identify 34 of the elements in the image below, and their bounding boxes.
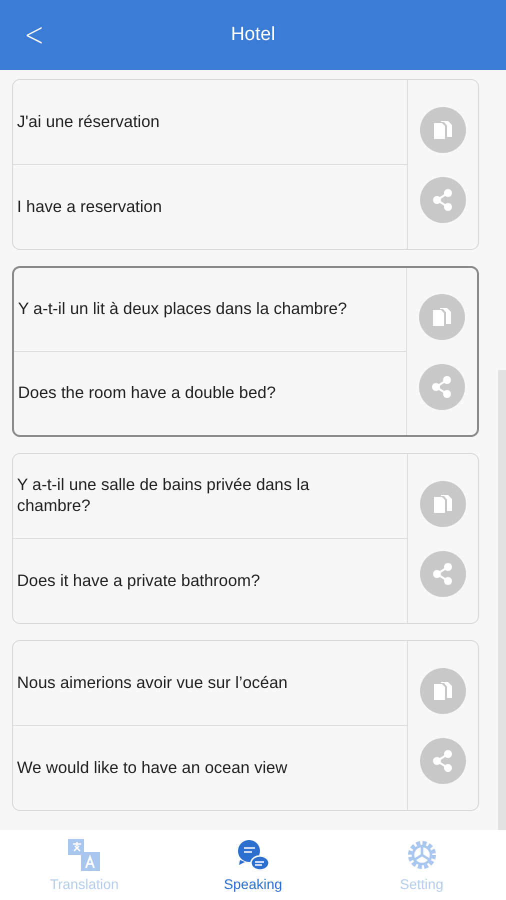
french-phrase: Nous aimerions avoir vue sur l’océan xyxy=(16,672,289,694)
share-button[interactable] xyxy=(419,364,465,410)
chat-bubbles-icon xyxy=(236,838,270,872)
english-phrase: Does it have a private bathroom? xyxy=(13,538,407,623)
share-button[interactable] xyxy=(420,176,466,222)
share-button[interactable] xyxy=(420,738,466,784)
copy-icon xyxy=(432,680,454,702)
share-icon xyxy=(432,562,454,584)
share-icon xyxy=(432,188,454,210)
french-phrase: J'ai une réservation xyxy=(16,112,161,132)
page-title: Hotel xyxy=(230,24,276,46)
back-button[interactable]: < xyxy=(20,18,48,52)
copy-icon xyxy=(431,306,453,328)
share-icon xyxy=(432,750,454,772)
copy-button[interactable] xyxy=(419,294,465,340)
phrase-card[interactable]: J'ai une réservation I have a reservation xyxy=(12,79,479,250)
copy-icon xyxy=(432,492,454,514)
translate-icon xyxy=(67,838,102,872)
copy-button[interactable] xyxy=(420,668,466,714)
english-phrase: Does the room have a double bed? xyxy=(14,351,406,435)
phrase-card[interactable]: Nous aimerions avoir vue sur l’océan We would like to have an ocean view xyxy=(12,640,479,811)
copy-button[interactable] xyxy=(420,106,466,152)
phrase-card[interactable]: Y a-t-il une salle de bains privée dans la chambre? Does it have a private bathroom? xyxy=(12,453,479,624)
french-phrase: Y a-t-il une salle de bains privée dans la chambre? xyxy=(16,475,310,517)
english-phrase: We would like to have an ocean view xyxy=(13,725,407,810)
copy-button[interactable] xyxy=(420,480,466,526)
phrase-card[interactable]: Y a-t-il un lit à deux places dans la chambre? Does the room have a double bed? xyxy=(12,266,479,437)
share-button[interactable] xyxy=(420,550,466,596)
scrollbar-thumb[interactable] xyxy=(498,370,506,830)
english-phrase: I have a reservation xyxy=(13,164,407,249)
share-icon xyxy=(431,376,453,398)
french-phrase: Y a-t-il un lit à deux places dans la chambre? xyxy=(17,299,348,320)
copy-icon xyxy=(432,118,454,140)
tab[interactable]: Speaking xyxy=(168,830,338,900)
